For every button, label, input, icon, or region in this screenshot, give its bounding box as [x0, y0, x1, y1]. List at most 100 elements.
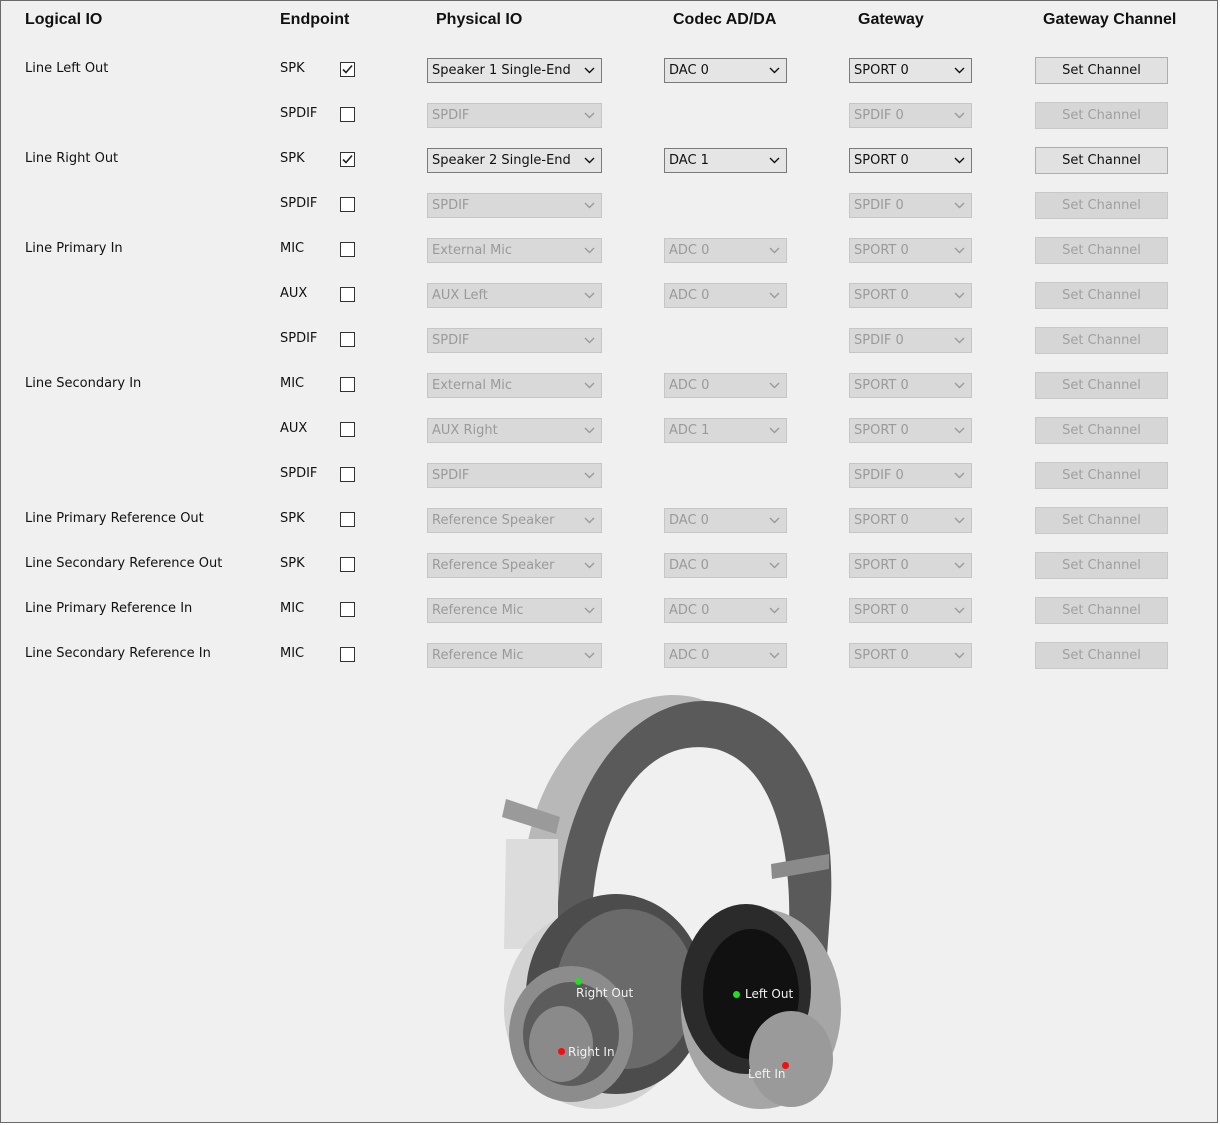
set-channel-button[interactable]: Set Channel — [1035, 417, 1168, 444]
set-channel-button[interactable]: Set Channel — [1035, 147, 1168, 174]
chevron-down-icon — [954, 67, 965, 74]
gateway-value: SPORT 0 — [854, 153, 909, 168]
set-channel-button[interactable]: Set Channel — [1035, 237, 1168, 264]
endpoint-label: MIC — [280, 601, 305, 616]
header-codec: Codec AD/DA — [673, 11, 777, 28]
codec-select[interactable]: ADC 0 — [664, 238, 787, 263]
header-endpoint: Endpoint — [280, 11, 350, 28]
physical-io-value: SPDIF — [432, 468, 470, 483]
codec-value: ADC 0 — [669, 243, 710, 258]
codec-value: DAC 0 — [669, 63, 709, 78]
physical-io-select[interactable]: Reference Speaker — [427, 508, 602, 533]
header-gateway: Gateway — [858, 11, 924, 28]
endpoint-label: SPK — [280, 61, 305, 76]
gateway-select[interactable]: SPORT 0 — [849, 418, 972, 443]
set-channel-button[interactable]: Set Channel — [1035, 507, 1168, 534]
physical-io-select[interactable]: SPDIF — [427, 103, 602, 128]
set-channel-button[interactable]: Set Channel — [1035, 102, 1168, 129]
gateway-select[interactable]: SPORT 0 — [849, 58, 972, 83]
gateway-select[interactable]: SPORT 0 — [849, 148, 972, 173]
gateway-select[interactable]: SPDIF 0 — [849, 328, 972, 353]
headphones-image — [502, 695, 841, 1109]
physical-io-value: Speaker 2 Single-End — [432, 153, 571, 168]
physical-io-select[interactable]: SPDIF — [427, 463, 602, 488]
set-channel-button[interactable]: Set Channel — [1035, 462, 1168, 489]
gateway-select[interactable]: SPORT 0 — [849, 373, 972, 398]
endpoint-checkbox[interactable] — [340, 647, 355, 662]
endpoint-checkbox[interactable] — [340, 467, 355, 482]
right-out-indicator — [575, 978, 582, 985]
chevron-down-icon — [584, 202, 595, 209]
gateway-value: SPDIF 0 — [854, 108, 904, 123]
physical-io-select[interactable]: Reference Mic — [427, 598, 602, 623]
physical-io-select[interactable]: Reference Mic — [427, 643, 602, 668]
gateway-select[interactable]: SPDIF 0 — [849, 463, 972, 488]
codec-value: ADC 0 — [669, 378, 710, 393]
codec-select[interactable]: ADC 0 — [664, 283, 787, 308]
set-channel-button[interactable]: Set Channel — [1035, 597, 1168, 624]
physical-io-value: External Mic — [432, 378, 513, 393]
gateway-select[interactable]: SPORT 0 — [849, 508, 972, 533]
physical-io-select[interactable]: External Mic — [427, 238, 602, 263]
chevron-down-icon — [584, 157, 595, 164]
chevron-down-icon — [584, 607, 595, 614]
gateway-value: SPDIF 0 — [854, 333, 904, 348]
physical-io-select[interactable]: AUX Left — [427, 283, 602, 308]
codec-select[interactable]: ADC 0 — [664, 643, 787, 668]
gateway-value: SPORT 0 — [854, 603, 909, 618]
chevron-down-icon — [584, 427, 595, 434]
chevron-down-icon — [769, 292, 780, 299]
codec-select[interactable]: DAC 1 — [664, 148, 787, 173]
gateway-select[interactable]: SPDIF 0 — [849, 103, 972, 128]
physical-io-select[interactable]: AUX Right — [427, 418, 602, 443]
gateway-select[interactable]: SPORT 0 — [849, 238, 972, 263]
physical-io-select[interactable]: SPDIF — [427, 328, 602, 353]
logical-io-label: Line Primary In — [25, 241, 123, 256]
endpoint-checkbox[interactable] — [340, 422, 355, 437]
endpoint-checkbox[interactable] — [340, 287, 355, 302]
gateway-select[interactable]: SPORT 0 — [849, 598, 972, 623]
left-in-label: Left In — [748, 1067, 786, 1081]
set-channel-button[interactable]: Set Channel — [1035, 282, 1168, 309]
codec-select[interactable]: DAC 0 — [664, 58, 787, 83]
gateway-select[interactable]: SPORT 0 — [849, 283, 972, 308]
chevron-down-icon — [769, 562, 780, 569]
endpoint-checkbox[interactable] — [340, 197, 355, 212]
endpoint-checkbox[interactable] — [340, 242, 355, 257]
physical-io-select[interactable]: SPDIF — [427, 193, 602, 218]
logical-io-label: Line Right Out — [25, 151, 119, 166]
physical-io-select[interactable]: External Mic — [427, 373, 602, 398]
set-channel-button[interactable]: Set Channel — [1035, 372, 1168, 399]
chevron-down-icon — [584, 472, 595, 479]
physical-io-select[interactable]: Reference Speaker — [427, 553, 602, 578]
codec-select[interactable]: DAC 0 — [664, 553, 787, 578]
right-in-indicator — [558, 1048, 565, 1055]
gateway-select[interactable]: SPORT 0 — [849, 643, 972, 668]
set-channel-button[interactable]: Set Channel — [1035, 642, 1168, 669]
gateway-select[interactable]: SPDIF 0 — [849, 193, 972, 218]
chevron-down-icon — [954, 652, 965, 659]
physical-io-select[interactable]: Speaker 2 Single-End — [427, 148, 602, 173]
set-channel-button[interactable]: Set Channel — [1035, 57, 1168, 84]
codec-select[interactable]: ADC 0 — [664, 598, 787, 623]
gateway-select[interactable]: SPORT 0 — [849, 553, 972, 578]
endpoint-checkbox[interactable] — [340, 62, 355, 77]
endpoint-checkbox[interactable] — [340, 512, 355, 527]
endpoint-checkbox[interactable] — [340, 332, 355, 347]
chevron-down-icon — [584, 337, 595, 344]
set-channel-button[interactable]: Set Channel — [1035, 192, 1168, 219]
gateway-value: SPORT 0 — [854, 648, 909, 663]
physical-io-select[interactable]: Speaker 1 Single-End — [427, 58, 602, 83]
chevron-down-icon — [954, 247, 965, 254]
endpoint-checkbox[interactable] — [340, 377, 355, 392]
endpoint-checkbox[interactable] — [340, 602, 355, 617]
codec-select[interactable]: DAC 0 — [664, 508, 787, 533]
endpoint-checkbox[interactable] — [340, 557, 355, 572]
endpoint-checkbox[interactable] — [340, 152, 355, 167]
codec-select[interactable]: ADC 1 — [664, 418, 787, 443]
gateway-value: SPORT 0 — [854, 558, 909, 573]
codec-select[interactable]: ADC 0 — [664, 373, 787, 398]
set-channel-button[interactable]: Set Channel — [1035, 552, 1168, 579]
endpoint-checkbox[interactable] — [340, 107, 355, 122]
set-channel-button[interactable]: Set Channel — [1035, 327, 1168, 354]
